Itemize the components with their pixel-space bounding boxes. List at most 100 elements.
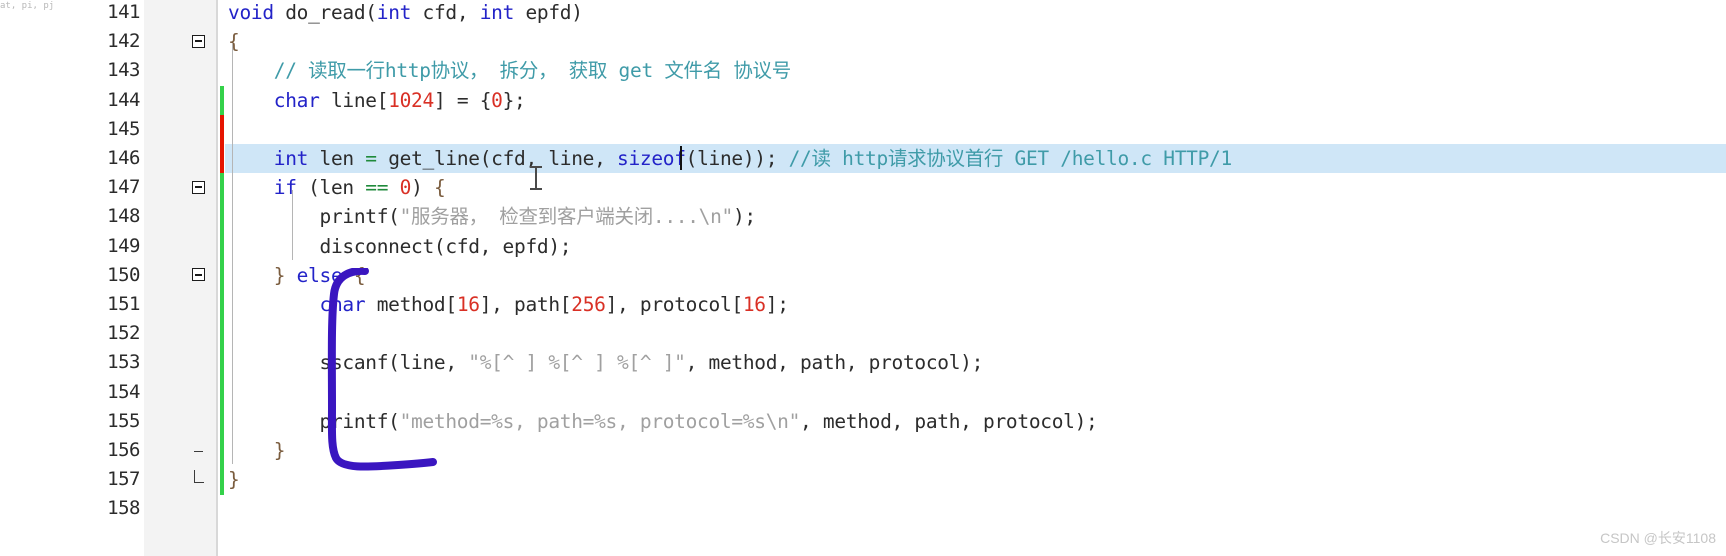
code-token: ], protocol[ — [605, 293, 744, 316]
line-number: 154 — [107, 380, 140, 403]
code-line[interactable]: 156 } — [70, 436, 1726, 465]
code-line[interactable]: 154 — [70, 378, 1726, 407]
code-token: sizeof — [617, 147, 686, 170]
code-token: char — [319, 293, 377, 316]
fold-toggle-icon[interactable] — [192, 34, 205, 48]
code-text[interactable]: disconnect(cfd, epfd); — [228, 232, 572, 261]
code-token: printf( — [228, 409, 400, 433]
line-number: 144 — [107, 88, 140, 111]
code-text[interactable]: { — [228, 27, 240, 56]
code-token: int — [376, 1, 423, 24]
line-number: 145 — [107, 117, 140, 140]
indent-guide — [232, 44, 233, 464]
code-text[interactable]: } — [228, 465, 240, 494]
code-token: epfd) — [525, 1, 583, 24]
code-line[interactable]: 155 printf("method=%s, path=%s, protocol… — [70, 407, 1726, 436]
code-line[interactable]: 158 — [70, 494, 1726, 523]
line-number: 151 — [107, 293, 140, 315]
code-token: 0 — [399, 176, 412, 200]
code-token: 16 — [742, 293, 766, 316]
code-token: = — [365, 147, 389, 170]
code-line[interactable]: 144 char line[1024] = {0}; — [70, 86, 1726, 115]
code-text[interactable]: printf("method=%s, path=%s, protocol=%s\… — [228, 407, 1098, 436]
code-token: char — [273, 88, 331, 112]
code-line[interactable]: 152 — [70, 319, 1726, 348]
code-text[interactable]: char line[1024] = {0}; — [228, 86, 526, 115]
code-token: //读 http请求协议首行 GET /hello.c HTTP/1 — [788, 147, 1233, 170]
code-text[interactable]: int len = get_line(cfd, line, sizeof(lin… — [228, 144, 1232, 173]
code-line[interactable]: 147 if (len == 0) { — [70, 173, 1726, 202]
fold-toggle-icon[interactable] — [192, 268, 205, 282]
code-token: (line)); — [685, 147, 789, 170]
code-token: // 读取一行http协议， 拆分， 获取 get 文件名 协议号 — [228, 59, 792, 83]
code-token: "%[^ ] %[^ ] %[^ ]" — [468, 351, 686, 375]
mouse-ibeam-cursor — [530, 166, 542, 190]
code-line[interactable]: 146 int len = get_line(cfd, line, sizeof… — [70, 144, 1726, 174]
code-token: method[ — [376, 293, 457, 316]
code-text[interactable]: printf("服务器， 检查到客户端关闭....\n"); — [228, 202, 757, 231]
fold-toggle-icon[interactable] — [192, 180, 205, 194]
code-text[interactable]: } — [228, 436, 286, 465]
csdn-watermark: CSDN @长安1108 — [1600, 530, 1716, 546]
line-number: 157 — [107, 468, 140, 491]
line-number: 153 — [107, 351, 140, 374]
text-caret — [680, 146, 682, 170]
code-token: { — [353, 263, 366, 287]
line-number: 158 — [107, 497, 140, 520]
code-line[interactable]: 151 char method[16], path[256], protocol… — [70, 290, 1726, 319]
code-token: { — [433, 176, 446, 200]
code-line[interactable]: 148 printf("服务器， 检查到客户端关闭....\n"); — [70, 202, 1726, 231]
code-token: (len — [308, 176, 366, 200]
fold-end-tick-icon — [194, 450, 203, 453]
code-editor[interactable]: 141 void do_read(int cfd, int epfd) 142 {14… — [70, 0, 1726, 556]
code-token: } — [228, 468, 240, 492]
code-text[interactable]: // 读取一行http协议， 拆分， 获取 get 文件名 协议号 — [228, 56, 792, 85]
line-number: 147 — [107, 176, 140, 199]
code-token: ) — [411, 176, 434, 200]
line-number: 143 — [107, 59, 140, 82]
line-number: 150 — [107, 263, 140, 286]
code-text[interactable]: sscanf(line, "%[^ ] %[^ ] %[^ ]", method… — [228, 348, 984, 377]
line-number: 142 — [107, 30, 140, 53]
code-line[interactable]: 142 { — [70, 27, 1726, 56]
code-token: sscanf(line, — [228, 351, 469, 375]
line-number: 148 — [107, 205, 140, 228]
code-token: get_line(cfd, line, — [388, 147, 617, 170]
line-number: 146 — [107, 147, 140, 169]
code-text[interactable]: char method[16], path[256], protocol[16]… — [228, 290, 789, 319]
code-line[interactable]: 145 — [70, 115, 1726, 144]
code-token: == — [365, 176, 400, 200]
code-token: int — [479, 1, 526, 24]
line-number: 155 — [107, 409, 140, 432]
code-token: } — [273, 263, 286, 287]
code-line[interactable]: 141 void do_read(int cfd, int epfd) — [70, 0, 1726, 27]
code-token: ], path[ — [479, 293, 572, 316]
code-token: "服务器， 检查到客户端关闭....\n" — [399, 205, 734, 229]
code-line[interactable]: 149 disconnect(cfd, epfd); — [70, 232, 1726, 261]
indent-guide — [292, 190, 293, 260]
code-line[interactable]: 157} — [70, 465, 1726, 494]
code-token: 0 — [491, 88, 503, 112]
code-token: if — [273, 176, 309, 200]
code-line[interactable]: 153 sscanf(line, "%[^ ] %[^ ] %[^ ]", me… — [70, 348, 1726, 377]
line-number: 152 — [107, 322, 140, 345]
code-line[interactable]: 150 } else { — [70, 261, 1726, 290]
code-token: ]; — [765, 293, 789, 316]
code-text[interactable]: } else { — [228, 261, 366, 290]
code-line[interactable]: 143 // 读取一行http协议， 拆分， 获取 get 文件名 协议号 — [70, 56, 1726, 85]
code-token: } — [273, 439, 286, 462]
fold-end-corner-icon — [194, 469, 204, 483]
code-token: 16 — [456, 293, 480, 316]
code-text[interactable]: if (len == 0) { — [228, 173, 446, 202]
code-token: }; — [502, 88, 526, 112]
code-token: line[ — [330, 88, 389, 112]
code-token: disconnect(cfd, epfd); — [228, 234, 572, 258]
code-text[interactable]: void do_read(int cfd, int epfd) — [228, 0, 583, 27]
line-number: 156 — [107, 439, 140, 461]
code-token: "method=%s, path=%s, protocol=%s\n" — [399, 409, 801, 433]
